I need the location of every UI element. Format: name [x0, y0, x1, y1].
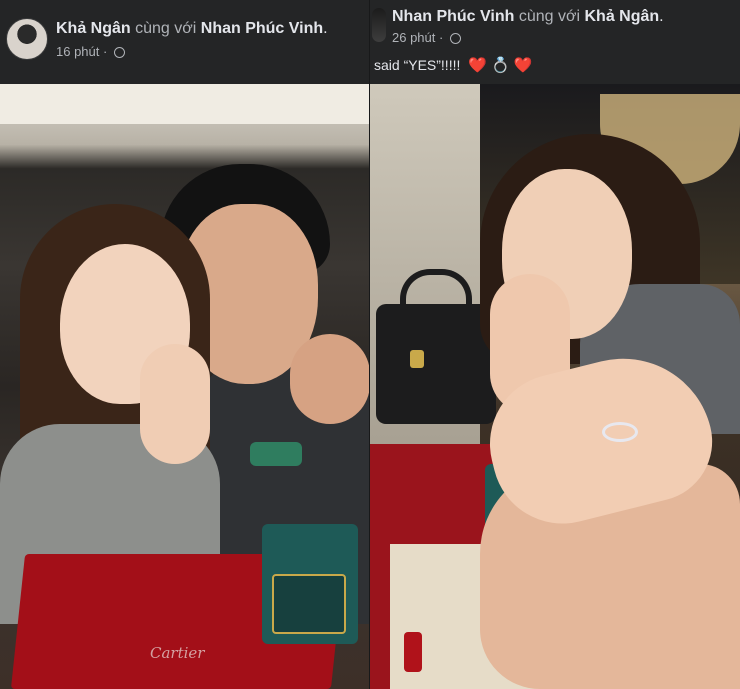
box-brand-text: Cartier: [150, 644, 205, 662]
author-name[interactable]: Nhan Phúc Vinh: [392, 8, 514, 25]
post-khangan: Khả Ngân cùng với Nhan Phúc Vinh. 16 phú…: [0, 0, 370, 689]
globe-icon: [449, 33, 461, 44]
tagged-name[interactable]: Nhan Phúc Vinh: [201, 20, 323, 37]
avatar[interactable]: [6, 18, 48, 60]
meta-separator: ·: [103, 44, 108, 59]
photo-bag: [376, 304, 496, 424]
ring-icon: 💍: [490, 57, 510, 74]
ceiling: [0, 84, 370, 124]
heart-icon: ❤️: [468, 57, 487, 74]
author-name[interactable]: Khả Ngân: [56, 20, 131, 37]
post-caption: said “YES”!!!!! ❤️ 💍 ❤️: [374, 56, 532, 74]
photo-seal: [404, 632, 422, 672]
photo-ring-box: [262, 524, 358, 644]
post-title-line: Nhan Phúc Vinh cùng với Khả Ngân.: [392, 8, 664, 26]
photo-bag-lock: [410, 350, 424, 368]
period-text: .: [323, 20, 328, 37]
post-meta: 26 phút ·: [392, 30, 461, 45]
post-meta: 16 phút ·: [56, 44, 125, 59]
connector-text: cùng với: [518, 8, 581, 25]
timestamp[interactable]: 26 phút: [392, 30, 435, 45]
post-header: Khả Ngân cùng với Nhan Phúc Vinh. 16 phú…: [0, 0, 370, 84]
post-photo[interactable]: Cartier: [0, 84, 370, 689]
photo-person: [290, 334, 370, 424]
post-nhanphucvinh: Nhan Phúc Vinh cùng với Khả Ngân. 26 phú…: [370, 0, 740, 689]
post-header: Nhan Phúc Vinh cùng với Khả Ngân. 26 phú…: [370, 0, 740, 84]
photo-ring: [602, 422, 638, 442]
photo-person: [140, 344, 210, 464]
period-text: .: [659, 8, 664, 25]
connector-text: cùng với: [135, 20, 197, 37]
timestamp[interactable]: 16 phút: [56, 44, 99, 59]
meta-separator: ·: [439, 30, 444, 45]
heart-icon: ❤️: [513, 57, 533, 74]
post-photo[interactable]: [370, 84, 740, 689]
avatar[interactable]: [372, 8, 386, 42]
caption-text: said “YES”!!!!!: [374, 57, 461, 73]
tagged-name[interactable]: Khả Ngân: [584, 8, 659, 25]
globe-icon: [113, 47, 125, 58]
photo-watch: [250, 442, 302, 466]
post-title-line: Khả Ngân cùng với Nhan Phúc Vinh.: [56, 20, 328, 38]
